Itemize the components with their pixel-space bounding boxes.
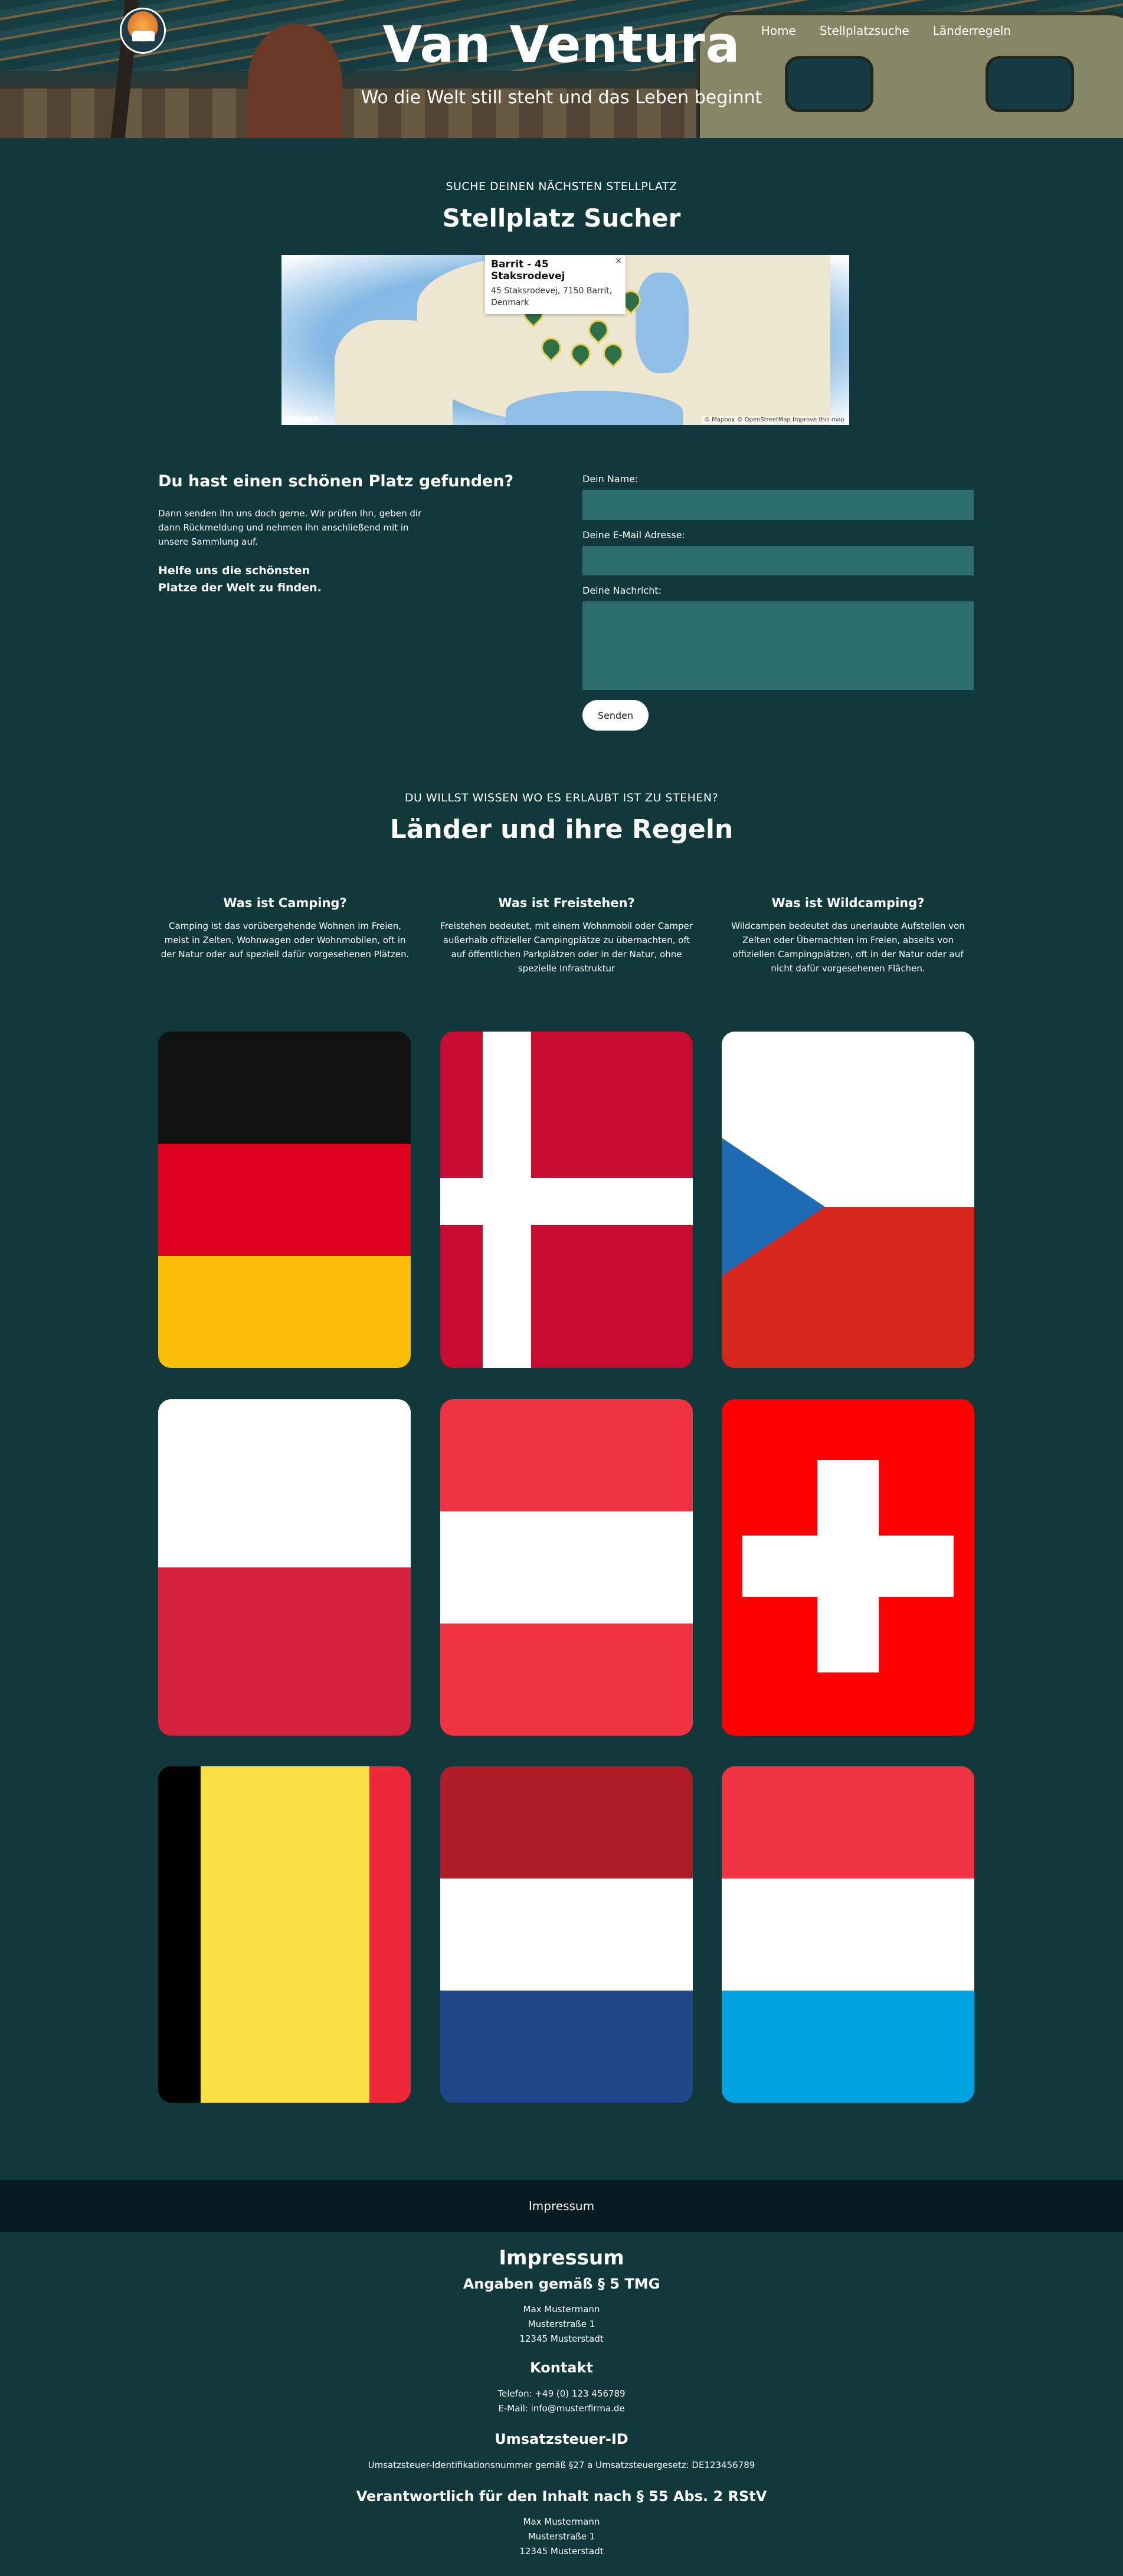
found-bold: Helfe uns die schönsten Platze der Welt … <box>158 564 322 594</box>
footer-bar: Impressum <box>0 2180 1123 2232</box>
belgium-flag[interactable] <box>158 1766 411 2103</box>
col-camping-text: Camping ist das vorübergehende Wohnen im… <box>161 921 410 960</box>
kontakt-phone: Telefon: +49 (0) 123 456789 <box>497 2388 626 2399</box>
ust-heading: Umsatzsteuer-ID <box>495 2431 628 2447</box>
tmg-heading: Angaben gemäß § 5 TMG <box>463 2276 660 2292</box>
popup-address: 45 Staksrodevej, 7150 Barrit, Denmark <box>491 286 613 307</box>
verantwortlich-city: 12345 Musterstadt <box>519 2546 604 2557</box>
poland-flag[interactable] <box>158 1399 411 1736</box>
site-subtitle: Wo die Welt still steht und das Leben be… <box>361 87 762 108</box>
popup-title: Barrit - 45 Staksrodevej <box>491 258 565 282</box>
stellplatz-eyebrow: SUCHE DEINEN NÄCHSTEN STELLPLATZ <box>446 180 677 193</box>
found-text: Dann senden Ihn uns doch gerne. Wir prüf… <box>158 508 422 547</box>
kontakt-email[interactable]: E-Mail: info@musterfirma.de <box>0 2403 1123 2414</box>
rules-eyebrow: DU WILLST WISSEN WO ES ERLAUBT IST ZU ST… <box>404 791 719 804</box>
rules-title: Länder und ihre Regeln <box>389 814 734 845</box>
email-label: Deine E-Mail Adresse: <box>582 529 685 541</box>
germany-flag[interactable] <box>158 1032 411 1368</box>
stellplatz-title: Stellplatz Sucher <box>442 204 681 233</box>
switzerland-flag[interactable] <box>722 1399 974 1736</box>
verantwortlich-street: Musterstraße 1 <box>528 2531 595 2542</box>
impressum-title: Impressum <box>499 2246 624 2270</box>
verantwortlich-heading: Verantwortlich für den Inhalt nach § 55 … <box>356 2488 767 2505</box>
verantwortlich-name: Max Mustermann <box>523 2516 600 2527</box>
impressum-street: Musterstraße 1 <box>528 2319 595 2329</box>
col-wildcamping-text: Wildcampen bedeutet das unerlaubte Aufst… <box>731 921 965 974</box>
found-heading: Du hast einen schönen Platz gefunden? <box>158 472 514 490</box>
email-field[interactable] <box>582 546 974 575</box>
popup-close-icon[interactable]: × <box>615 256 622 266</box>
impressum-city: 12345 Musterstadt <box>519 2333 604 2344</box>
nav-stellplatzsuche[interactable]: Stellplatzsuche <box>820 24 909 38</box>
netherlands-flag[interactable] <box>440 1766 693 2103</box>
map-view[interactable]: Barrit - 45 Staksrodevej 45 Staksrodevej… <box>281 255 849 425</box>
mapbox-logo[interactable]: mapbox <box>286 414 318 423</box>
col-freistehen-text: Freistehen bedeutet, mit einem Wohnmobil… <box>440 921 693 974</box>
col-freistehen-title: Was ist Freistehen? <box>498 896 635 910</box>
col-wildcamping-title: Was ist Wildcamping? <box>771 896 925 910</box>
map-attribution[interactable]: © Mapbox © OpenStreetMap Improve this ma… <box>701 416 847 424</box>
nav-laenderregeln[interactable]: Länderregeln <box>933 24 1011 38</box>
impressum-name: Max Mustermann <box>523 2304 600 2315</box>
name-label: Dein Name: <box>582 473 639 485</box>
message-field[interactable] <box>582 601 974 690</box>
austria-flag[interactable] <box>440 1399 693 1736</box>
map-popup: Barrit - 45 Staksrodevej 45 Staksrodevej… <box>485 255 626 314</box>
luxembourg-flag[interactable] <box>722 1766 974 2103</box>
denmark-flag[interactable] <box>440 1032 693 1368</box>
col-camping-title: Was ist Camping? <box>223 896 347 910</box>
name-field[interactable] <box>582 490 974 520</box>
czechia-flag[interactable] <box>722 1032 974 1368</box>
message-label: Deine Nachricht: <box>582 585 662 596</box>
kontakt-heading: Kontakt <box>530 2359 593 2376</box>
ust-text: Umsatzsteuer-Identifikationsnummer gemäß… <box>368 2460 755 2470</box>
nav-home[interactable]: Home <box>761 24 796 38</box>
footer-impressum-link[interactable]: Impressum <box>529 2199 594 2213</box>
main-nav: Home Stellplatzsuche Länderregeln <box>761 24 1011 38</box>
send-button[interactable]: Senden <box>582 700 649 731</box>
